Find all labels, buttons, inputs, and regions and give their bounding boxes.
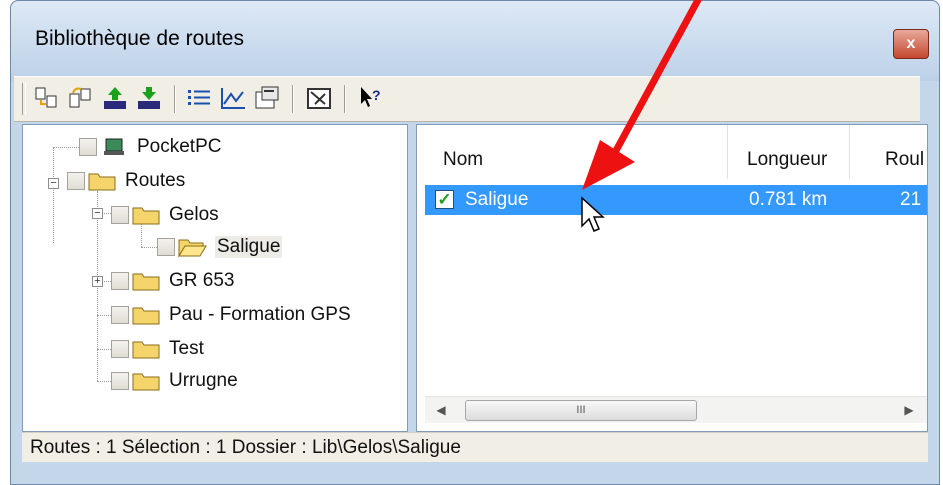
folder-icon — [132, 307, 160, 325]
download-button[interactable] — [134, 83, 164, 113]
column-divider[interactable] — [727, 125, 728, 179]
tree-item-label: Urrugne — [169, 370, 238, 391]
tree-item-pocketpc[interactable]: PocketPC — [79, 133, 221, 161]
row-checkbox[interactable]: ✓ — [435, 190, 454, 209]
close-button[interactable]: x — [893, 29, 929, 59]
tree-checkbox[interactable] — [111, 340, 129, 358]
toolbar: ? — [14, 76, 920, 122]
collapse-toggle[interactable]: − — [48, 178, 59, 189]
list-view-icon — [188, 90, 210, 105]
window-title: Bibliothèque de routes — [35, 27, 244, 50]
profile-chart-icon — [221, 88, 245, 109]
column-header-nom[interactable]: Nom — [443, 149, 483, 171]
folder-open-icon — [178, 239, 207, 258]
device-icon — [104, 138, 124, 155]
tree-item-urrugne[interactable]: Urrugne — [111, 367, 238, 395]
tree-item-pau-formation-gps[interactable]: Pau - Formation GPS — [111, 301, 351, 329]
tree-item-gelos[interactable]: Gelos — [111, 201, 219, 229]
folder-icon — [88, 173, 116, 191]
folder-icon — [132, 341, 160, 359]
tree-item-label: GR 653 — [169, 270, 235, 291]
status-text: Routes : 1 Sélection : 1 Dossier : Lib\G… — [30, 437, 461, 458]
tree-item-label: Saligue — [215, 236, 283, 258]
scroll-thumb[interactable]: III — [465, 400, 697, 421]
svg-text:?: ? — [372, 87, 381, 103]
tree-item-saligue[interactable]: Saligue — [157, 233, 283, 261]
horizontal-scrollbar[interactable]: ◀ III ▶ — [425, 396, 927, 423]
help-button[interactable]: ? — [356, 83, 386, 113]
download-icon — [138, 87, 160, 109]
expand-toggle[interactable]: + — [92, 276, 103, 287]
route-length: 0.781 km — [749, 189, 828, 210]
column-header-longueur[interactable]: Longueur — [747, 149, 827, 171]
title-bar[interactable]: Bibliothèque de routes x — [11, 1, 939, 81]
tree-checkbox[interactable] — [111, 306, 129, 324]
map-view-button[interactable] — [304, 83, 334, 113]
move-route-icon — [69, 87, 91, 108]
toolbar-grip[interactable] — [22, 83, 26, 115]
tree-checkbox[interactable] — [79, 138, 97, 156]
copy-route-icon — [35, 87, 57, 108]
route-extra: 21 — [900, 189, 922, 210]
tree-item-routes[interactable]: Routes — [67, 167, 185, 195]
toolbar-separator — [344, 85, 346, 113]
folder-tree[interactable]: − − + PocketPC Routes Gelos Saligue GR 6… — [22, 124, 408, 432]
column-header-roul[interactable]: Roul — [885, 149, 924, 171]
profile-chart-button[interactable] — [218, 83, 248, 113]
tree-checkbox[interactable] — [157, 238, 175, 256]
tree-item-label: Pau - Formation GPS — [169, 304, 351, 325]
upload-icon — [104, 87, 126, 109]
route-name: Saligue — [465, 189, 529, 210]
map-view-icon — [307, 88, 331, 109]
close-icon: x — [906, 35, 916, 52]
folder-icon — [132, 273, 160, 291]
tree-checkbox[interactable] — [111, 372, 129, 390]
scroll-left-button[interactable]: ◀ — [431, 399, 451, 421]
tree-item-label: Routes — [125, 170, 186, 191]
collapse-toggle[interactable]: − — [92, 208, 103, 219]
move-route-button[interactable] — [66, 83, 96, 113]
copy-route-button[interactable] — [32, 83, 62, 113]
tree-item-test[interactable]: Test — [111, 335, 204, 363]
toolbar-separator — [292, 85, 294, 113]
toolbar-separator — [174, 85, 176, 113]
mouse-cursor-icon — [581, 196, 605, 232]
tree-item-label: PocketPC — [137, 136, 222, 157]
list-header: Nom Longueur Roul — [417, 147, 927, 175]
list-row-selected[interactable]: ✓ Saligue 0.781 km 21 — [425, 185, 927, 215]
route-list[interactable]: Nom Longueur Roul ✓ Saligue 0.781 km 21 … — [416, 124, 928, 432]
tree-line — [53, 147, 81, 148]
properties-button[interactable] — [252, 83, 282, 113]
folder-icon — [132, 207, 160, 225]
list-view-button[interactable] — [184, 83, 214, 113]
tree-checkbox[interactable] — [67, 172, 85, 190]
tree-item-gr-653[interactable]: GR 653 — [111, 267, 234, 295]
tree-checkbox[interactable] — [111, 272, 129, 290]
column-divider[interactable] — [849, 125, 850, 179]
folder-icon — [132, 373, 160, 391]
tree-checkbox[interactable] — [111, 206, 129, 224]
status-bar: Routes : 1 Sélection : 1 Dossier : Lib\G… — [22, 432, 928, 462]
tree-item-label: Test — [169, 338, 204, 359]
scroll-right-button[interactable]: ▶ — [899, 399, 919, 421]
properties-icon — [255, 86, 279, 109]
tree-item-label: Gelos — [169, 204, 219, 225]
help-pointer-icon: ? — [361, 87, 381, 107]
tree-line — [53, 183, 54, 243]
thumb-grip: III — [576, 404, 586, 416]
upload-button[interactable] — [100, 83, 130, 113]
